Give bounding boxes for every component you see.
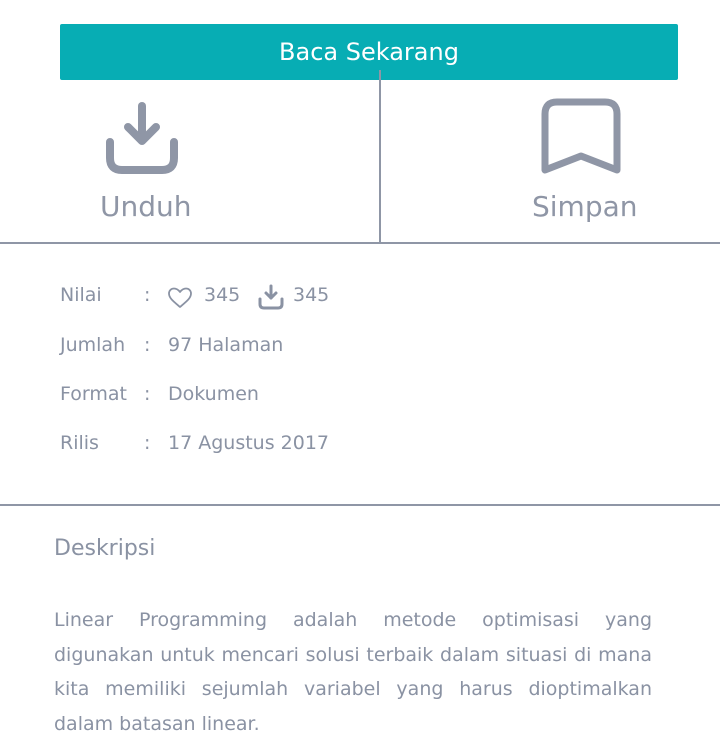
release-colon: : [144, 432, 151, 454]
read-now-label: Baca Sekarang [279, 38, 459, 66]
format-colon: : [144, 383, 151, 405]
details-bottom-divider [0, 504, 720, 506]
download-icon [106, 102, 178, 174]
rating-colon: : [144, 284, 151, 306]
download-action[interactable]: Unduh [100, 102, 192, 227]
release-value: 17 Agustus 2017 [168, 432, 329, 454]
format-row: Format : Dokumen [60, 383, 680, 413]
release-row: Rilis : 17 Agustus 2017 [60, 432, 680, 462]
download-count: 345 [293, 284, 330, 306]
download-label: Unduh [100, 190, 192, 223]
bookmark-icon [541, 98, 621, 174]
rating-row: Nilai : 345 345 [60, 284, 680, 314]
format-value: Dokumen [168, 383, 259, 405]
download-count-icon [258, 284, 284, 315]
pages-key: Jumlah [60, 334, 126, 356]
description-body: Linear Programming adalah metode optimis… [54, 609, 652, 735]
description-title: Deskripsi [54, 536, 156, 561]
heart-icon [167, 286, 193, 315]
actions-divider [379, 70, 381, 242]
format-key: Format [60, 383, 127, 405]
pages-colon: : [144, 334, 151, 356]
pages-value: 97 Halaman [168, 334, 284, 356]
actions-bottom-divider [0, 242, 720, 244]
read-now-button[interactable]: Baca Sekarang [60, 24, 678, 80]
like-count: 345 [204, 284, 241, 306]
save-action[interactable]: Simpan [530, 98, 638, 226]
save-label: Simpan [532, 190, 638, 223]
rating-key: Nilai [60, 284, 102, 306]
pages-row: Jumlah : 97 Halaman [60, 334, 680, 364]
release-key: Rilis [60, 432, 99, 454]
